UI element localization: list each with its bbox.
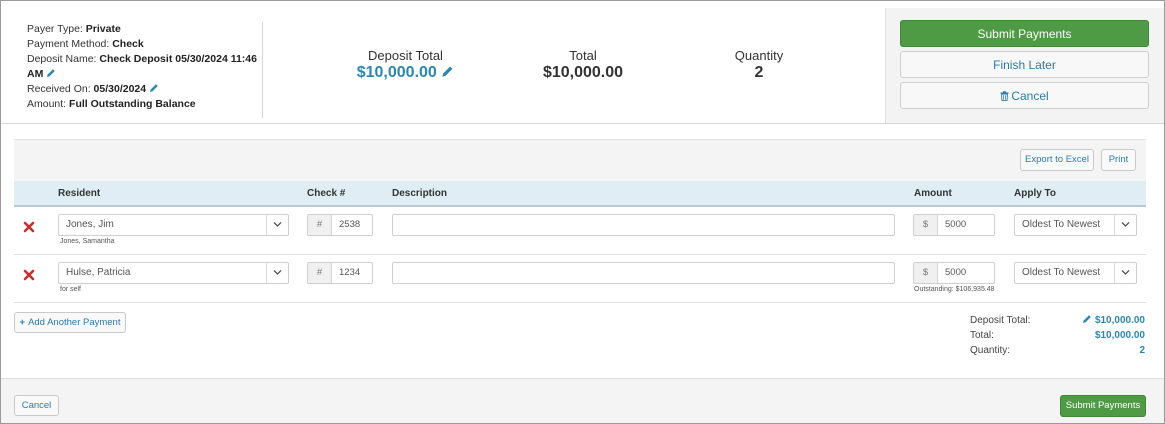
payer-type-label: Payer Type: bbox=[27, 23, 83, 35]
apply-to-select[interactable]: Oldest To Newest bbox=[1014, 262, 1137, 284]
delete-x-icon[interactable] bbox=[23, 269, 35, 281]
description-input[interactable] bbox=[392, 262, 895, 284]
totals-deposit-label: Deposit Total: bbox=[970, 315, 1031, 326]
delete-x-icon[interactable] bbox=[23, 221, 35, 233]
payer-type-value: Private bbox=[85, 23, 121, 35]
chevron-down-icon bbox=[266, 263, 288, 283]
edit-received-on-pencil-icon[interactable] bbox=[149, 83, 159, 93]
resident-sub-label: for self bbox=[60, 286, 82, 293]
chevron-down-icon bbox=[1114, 263, 1136, 283]
payer-type-line: Payer Type: Private bbox=[27, 22, 262, 37]
payment-method-label: Payment Method: bbox=[27, 38, 110, 50]
deposit-total-value-wrap: $10,000.00 bbox=[333, 64, 478, 82]
check-number-input[interactable]: # 1234 bbox=[307, 262, 373, 284]
deposit-info: Payer Type: Private Payment Method: Chec… bbox=[27, 22, 263, 118]
amount-value: Full Outstanding Balance bbox=[69, 98, 196, 110]
deposit-total-value: $10,000.00 bbox=[356, 64, 437, 81]
totals-deposit-row: Deposit Total: $10,000.00 bbox=[968, 313, 1145, 328]
amount-input[interactable]: $ 5000 bbox=[913, 262, 995, 284]
description-input[interactable] bbox=[392, 214, 895, 236]
quantity-label: Quantity bbox=[734, 48, 784, 63]
deposit-summary: Payer Type: Private Payment Method: Chec… bbox=[1, 8, 1164, 124]
chevron-down-icon bbox=[1114, 215, 1136, 235]
plus-icon: + bbox=[19, 317, 26, 328]
cancel-button[interactable]: Cancel bbox=[900, 82, 1149, 109]
apply-to-value: Oldest To Newest bbox=[1022, 219, 1101, 230]
deposit-name-label: Deposit Name: bbox=[27, 53, 97, 65]
totals-quantity-row: Quantity: 2 bbox=[968, 343, 1145, 358]
edit-deposit-name-pencil-icon[interactable] bbox=[46, 68, 56, 78]
apply-to-value: Oldest To Newest bbox=[1022, 267, 1101, 278]
chevron-down-icon bbox=[266, 215, 288, 235]
amount-label: Amount: bbox=[27, 98, 67, 110]
cancel-label: Cancel bbox=[1011, 89, 1049, 103]
totals-deposit-value: $10,000.00 bbox=[1094, 315, 1145, 326]
deposit-total-label: Deposit Total bbox=[368, 48, 443, 63]
total-value: $10,000.00 bbox=[542, 64, 624, 81]
resident-sub-label: Jones, Samantha bbox=[60, 238, 115, 245]
resident-select-value: Jones, Jim bbox=[66, 219, 114, 230]
hash-prefix: # bbox=[308, 215, 332, 235]
received-on-value: 05/30/2024 bbox=[93, 83, 147, 95]
check-number-value: 1234 bbox=[339, 267, 361, 278]
edit-totals-deposit-pencil-icon[interactable] bbox=[1082, 314, 1092, 324]
dollar-prefix: $ bbox=[914, 263, 938, 283]
deposit-name-value: Check Deposit 05/30/2024 11:46 bbox=[99, 53, 257, 65]
payments-table-header: Resident Check # Description Amount Appl… bbox=[14, 181, 1146, 207]
totals-total-label: Total: bbox=[970, 330, 994, 341]
totals-deposit-value-wrap: $10,000.00 bbox=[1082, 313, 1145, 328]
amount-line: Amount: Full Outstanding Balance bbox=[27, 97, 262, 112]
amount-value: 5000 bbox=[945, 219, 967, 230]
finish-later-button[interactable]: Finish Later bbox=[900, 51, 1149, 78]
totals-total-row: Total: $10,000.00 bbox=[968, 328, 1145, 343]
resident-select-value: Hulse, Patricia bbox=[66, 267, 131, 278]
totals-quantity-value: 2 bbox=[1139, 345, 1145, 356]
received-on-line: Received On: 05/30/2024 bbox=[27, 82, 262, 97]
amount-input[interactable]: $ 5000 bbox=[913, 214, 995, 236]
print-button[interactable]: Print bbox=[1101, 149, 1136, 171]
dollar-prefix: $ bbox=[914, 215, 938, 235]
apply-to-select[interactable]: Oldest To Newest bbox=[1014, 214, 1137, 236]
footer-cancel-button[interactable]: Cancel bbox=[14, 395, 59, 416]
total-stat: Total $10,000.00 bbox=[523, 48, 643, 82]
quantity-value: 2 bbox=[754, 64, 764, 81]
payment-method-line: Payment Method: Check bbox=[27, 37, 262, 52]
footer-submit-payments-button[interactable]: Submit Payments bbox=[1060, 395, 1146, 417]
resident-select[interactable]: Hulse, Patricia bbox=[58, 262, 289, 284]
totals-quantity-label: Quantity: bbox=[970, 345, 1011, 356]
resident-select[interactable]: Jones, Jim bbox=[58, 214, 289, 236]
header-resident[interactable]: Resident bbox=[58, 188, 100, 199]
footer-bar: Cancel Submit Payments bbox=[1, 378, 1164, 423]
payment-row: Hulse, Patricia for self # 1234 $ 5000 O… bbox=[14, 255, 1146, 303]
total-label: Total bbox=[569, 48, 597, 63]
action-panel: Submit Payments Finish Later Cancel bbox=[885, 8, 1164, 123]
header-check[interactable]: Check # bbox=[307, 188, 345, 199]
header-amount[interactable]: Amount bbox=[914, 188, 952, 199]
deposit-total-stat: Deposit Total $10,000.00 bbox=[333, 48, 478, 82]
grid-toolbar: Export to Excel Print bbox=[14, 139, 1146, 181]
payment-row: Jones, Jim Jones, Samantha # 2538 $ 5000… bbox=[14, 207, 1146, 255]
edit-deposit-total-pencil-icon[interactable] bbox=[441, 65, 454, 78]
payment-method-value: Check bbox=[112, 38, 144, 50]
add-another-payment-button[interactable]: + Add Another Payment bbox=[14, 312, 126, 333]
submit-payments-button[interactable]: Submit Payments bbox=[900, 20, 1149, 47]
check-number-input[interactable]: # 2538 bbox=[307, 214, 373, 236]
trash-icon bbox=[1000, 91, 1009, 101]
totals-summary: Deposit Total: $10,000.00 Total: $10,000… bbox=[968, 313, 1145, 358]
deposit-name-value-cont: AM bbox=[27, 68, 44, 80]
check-number-value: 2538 bbox=[339, 219, 361, 230]
header-description[interactable]: Description bbox=[392, 188, 447, 199]
hash-prefix: # bbox=[308, 263, 332, 283]
header-apply-to[interactable]: Apply To bbox=[1014, 188, 1056, 199]
received-on-label: Received On: bbox=[27, 83, 91, 95]
deposit-name-line: Deposit Name: Check Deposit 05/30/2024 1… bbox=[27, 52, 262, 67]
outstanding-balance: Outstanding: $106,935.48 bbox=[914, 286, 995, 293]
add-payment-label: Add Another Payment bbox=[28, 317, 121, 328]
quantity-stat: Quantity 2 bbox=[709, 48, 809, 82]
totals-total-value: $10,000.00 bbox=[1094, 330, 1145, 341]
deposit-name-line-2: AM bbox=[27, 67, 262, 82]
export-to-excel-button[interactable]: Export to Excel bbox=[1020, 149, 1094, 171]
amount-value: 5000 bbox=[945, 267, 967, 278]
